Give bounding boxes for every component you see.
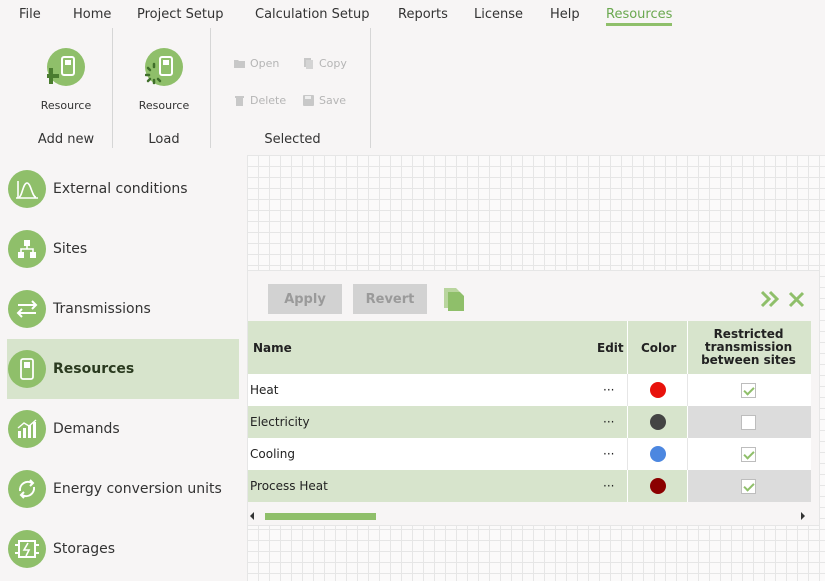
cell-restricted[interactable]	[741, 470, 756, 502]
cell-color[interactable]	[650, 374, 666, 406]
collapse-chevrons-icon[interactable]	[760, 289, 780, 313]
column-header-color[interactable]: Color	[641, 321, 676, 374]
resources-table: Name Edit Color Restricted transmission …	[248, 321, 811, 502]
table-row[interactable]: Heat ···	[248, 374, 811, 406]
save-label: Save	[319, 94, 347, 107]
cell-edit-button[interactable]: ···	[603, 406, 614, 438]
menu-reports[interactable]: Reports	[398, 7, 448, 22]
column-header-name[interactable]: Name	[253, 321, 292, 374]
scroll-left-arrow	[250, 512, 254, 520]
add-resource-label: Resource	[40, 99, 92, 112]
restricted-checkbox[interactable]	[741, 446, 756, 462]
color-swatch	[650, 478, 666, 494]
storage-battery-icon	[8, 530, 46, 568]
two-way-arrows-icon	[8, 290, 46, 328]
save-button[interactable]: Save	[303, 94, 346, 107]
menu-bar: File Home Project Setup Calculation Setu…	[0, 0, 825, 28]
ribbon-divider	[370, 28, 371, 148]
copy-paste-icon[interactable]	[440, 284, 468, 316]
copy-label: Copy	[319, 57, 347, 70]
load-group-label: Load	[148, 132, 180, 147]
sidebar-item-demands[interactable]: Demands	[7, 399, 239, 459]
sidebar-item-label: Energy conversion units	[53, 481, 222, 497]
horizontal-scrollbar[interactable]	[248, 508, 811, 524]
load-resource-icon	[144, 48, 183, 86]
load-resource-label: Resource	[138, 99, 190, 112]
sidebar-item-sites[interactable]: Sites	[7, 219, 239, 279]
cell-color[interactable]	[650, 406, 666, 438]
restricted-checkbox[interactable]	[741, 414, 756, 430]
cell-restricted[interactable]	[741, 374, 756, 406]
open-button[interactable]: Open	[234, 57, 279, 70]
scrollbar-thumb	[265, 513, 376, 520]
sidebar-item-label: Storages	[53, 541, 116, 557]
color-swatch	[650, 414, 666, 430]
cell-edit-button[interactable]: ···	[603, 470, 614, 502]
cell-name: Heat	[250, 383, 279, 397]
cell-name: Process Heat	[250, 479, 328, 493]
table-row[interactable]: Electricity ···	[248, 406, 811, 438]
sidebar-item-label: Sites	[53, 241, 88, 257]
cell-restricted[interactable]	[741, 438, 756, 470]
color-swatch	[650, 446, 666, 462]
sidebar-item-label: Demands	[53, 421, 120, 437]
cell-name: Electricity	[250, 415, 310, 429]
delete-button[interactable]: Delete	[234, 94, 286, 107]
conversion-cycle-icon	[8, 470, 46, 508]
menu-resources[interactable]: Resources	[606, 7, 673, 26]
table-row[interactable]: Process Heat ···	[248, 470, 811, 502]
sidebar-item-external-conditions[interactable]: External conditions	[7, 159, 239, 219]
color-swatch	[650, 382, 666, 398]
revert-button[interactable]: Revert	[353, 284, 427, 314]
add-resource-icon	[43, 48, 85, 86]
ribbon: Resource Add new Resource Load Open Copy…	[0, 28, 825, 150]
table-header: Name Edit Color Restricted transmission …	[248, 321, 811, 374]
sidebar-item-resources[interactable]: Resources	[7, 339, 239, 399]
load-resource-button[interactable]: Resource	[128, 48, 200, 112]
sidebar-item-transmissions[interactable]: Transmissions	[7, 279, 239, 339]
delete-label: Delete	[250, 94, 287, 107]
cell-restricted[interactable]	[741, 406, 756, 438]
ribbon-divider	[112, 28, 113, 148]
copy-button[interactable]: Copy	[303, 57, 347, 70]
sidebar-item-storages[interactable]: Storages	[7, 519, 239, 579]
menu-home[interactable]: Home	[73, 7, 111, 22]
resources-panel: Apply Revert Name Edit Color Restricted …	[247, 270, 820, 526]
cell-edit-button[interactable]: ···	[603, 438, 614, 470]
add-resource-button[interactable]: Resource	[30, 48, 102, 112]
close-icon[interactable]	[788, 291, 805, 312]
trash-icon	[234, 95, 245, 106]
resource-device-icon	[8, 350, 46, 388]
sidebar-item-label: External conditions	[53, 181, 188, 197]
bar-chart-icon	[8, 410, 46, 448]
restricted-checkbox[interactable]	[741, 382, 756, 398]
ribbon-divider	[210, 28, 211, 148]
distribution-chart-icon	[8, 170, 46, 208]
folder-icon	[234, 58, 245, 69]
menu-calculation-setup[interactable]: Calculation Setup	[255, 7, 370, 22]
open-label: Open	[250, 57, 280, 70]
menu-file[interactable]: File	[19, 7, 41, 22]
sidebar-item-label: Resources	[53, 361, 135, 377]
save-icon	[303, 95, 314, 106]
restricted-checkbox[interactable]	[741, 478, 756, 494]
site-network-icon	[8, 230, 46, 268]
column-header-edit[interactable]: Edit	[597, 321, 624, 374]
selected-group-label: Selected	[264, 132, 321, 147]
add-new-group-label: Add new	[37, 132, 95, 147]
scroll-right-arrow	[801, 512, 805, 520]
menu-help[interactable]: Help	[550, 7, 580, 22]
column-header-restricted[interactable]: Restricted transmission between sites	[692, 321, 805, 374]
sidebar-item-energy-conversion-units[interactable]: Energy conversion units	[7, 459, 239, 519]
copy-icon	[303, 58, 314, 69]
menu-license[interactable]: License	[474, 7, 523, 22]
cell-color[interactable]	[650, 470, 666, 502]
cell-color[interactable]	[650, 438, 666, 470]
cell-edit-button[interactable]: ···	[603, 374, 614, 406]
cell-name: Cooling	[250, 447, 295, 461]
apply-button[interactable]: Apply	[268, 284, 342, 314]
table-row[interactable]: Cooling ···	[248, 438, 811, 470]
menu-project-setup[interactable]: Project Setup	[137, 7, 223, 22]
sidebar-item-label: Transmissions	[53, 301, 151, 317]
